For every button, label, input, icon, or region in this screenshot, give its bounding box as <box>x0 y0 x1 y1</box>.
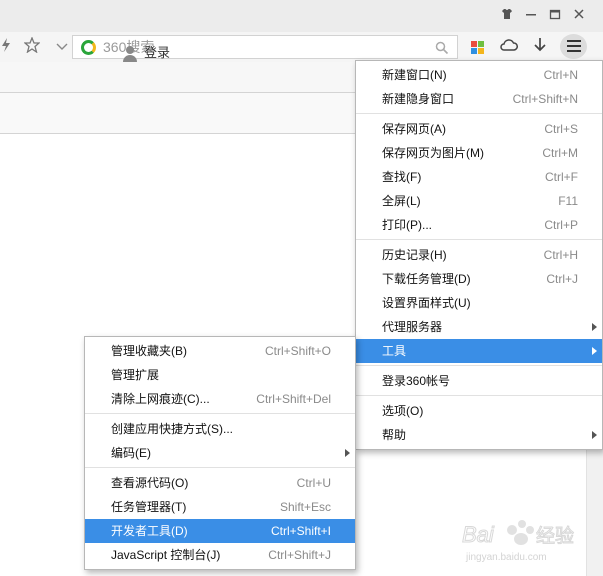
main-menu-item-label: 选项(O) <box>382 404 424 418</box>
main-menu-item-label: 下载任务管理(D) <box>382 272 471 286</box>
apps-grid-icon[interactable] <box>467 37 489 59</box>
main-menu: 新建窗口(N) Ctrl+N 新建隐身窗口 Ctrl+Shift+N 保存网页(A) Ct… <box>355 60 603 450</box>
login-label: 登录 <box>144 45 171 60</box>
tools-menu-item-shortcut: Ctrl+Shift+Del <box>256 392 331 406</box>
main-menu-item-shortcut: F11 <box>558 194 578 208</box>
main-menu-item-label: 登录360帐号 <box>382 374 451 388</box>
tools-menu-item-label: 开发者工具(D) <box>111 524 188 538</box>
main-menu-item-label: 代理服务器 <box>382 320 443 334</box>
tools-menu-item-label: 任务管理器(T) <box>111 500 187 514</box>
main-menu-item-shortcut: Ctrl+F <box>545 170 578 184</box>
baidu-jingyan-watermark: Bai 经验 jingyan.baidu.com <box>462 520 575 563</box>
main-menu-item-label: 打印(P)... <box>382 218 432 232</box>
main-menu-item-label: 保存网页(A) <box>382 122 446 136</box>
main-menu-item-代理服务器[interactable]: 代理服务器 <box>356 315 602 339</box>
main-menu-item-新建隐身窗口[interactable]: 新建隐身窗口 Ctrl+Shift+N <box>356 87 602 111</box>
main-menu-item-帮助[interactable]: 帮助 <box>356 423 602 447</box>
hamburger-menu-icon <box>566 40 581 53</box>
main-menu-item-shortcut: Ctrl+M <box>542 146 578 160</box>
tools-menu-separator <box>85 467 355 468</box>
main-menu-item-工具[interactable]: 工具 <box>356 339 602 363</box>
tools-menu-item-javascript-控制台[interactable]: JavaScript 控制台(J) Ctrl+Shift+J <box>85 543 355 567</box>
address-toolbar <box>0 32 603 62</box>
download-icon[interactable] <box>529 37 551 59</box>
tools-menu-item-shortcut: Ctrl+Shift+J <box>268 548 331 562</box>
360-search-logo-icon <box>81 40 96 55</box>
main-menu-item-保存网页[interactable]: 保存网页(A) Ctrl+S <box>356 117 602 141</box>
svg-text:经验: 经验 <box>536 525 574 547</box>
main-menu-separator <box>356 395 602 396</box>
close-icon[interactable] <box>568 6 590 26</box>
search-icon[interactable] <box>435 41 449 55</box>
cloud-sync-icon[interactable] <box>498 37 520 59</box>
tools-menu-item-label: 管理收藏夹(B) <box>111 344 187 358</box>
tools-menu-item-label: 管理扩展 <box>111 368 160 382</box>
submenu-arrow-icon <box>592 323 597 331</box>
speedup-icon[interactable] <box>0 37 16 57</box>
svg-text:Bai: Bai <box>462 522 495 547</box>
tools-menu-item-开发者工具[interactable]: 开发者工具(D) Ctrl+Shift+I <box>85 519 355 543</box>
main-menu-item-登录360帐号[interactable]: 登录360帐号 <box>356 369 602 393</box>
tools-menu-item-清除上网痕迹[interactable]: 清除上网痕迹(C)... Ctrl+Shift+Del <box>85 387 355 411</box>
main-menu-item-打印[interactable]: 打印(P)... Ctrl+P <box>356 213 602 237</box>
tools-menu-separator <box>85 413 355 414</box>
chevron-down-icon[interactable] <box>52 37 72 57</box>
tools-menu-item-编码[interactable]: 编码(E) <box>85 441 355 465</box>
minimize-icon[interactable] <box>520 6 542 26</box>
main-menu-item-选项[interactable]: 选项(O) <box>356 399 602 423</box>
tools-menu-item-label: 编码(E) <box>111 446 151 460</box>
main-menu-button[interactable] <box>560 34 587 59</box>
main-menu-item-设置界面样式[interactable]: 设置界面样式(U) <box>356 291 602 315</box>
main-menu-item-label: 查找(F) <box>382 170 422 184</box>
tools-menu-item-shortcut: Shift+Esc <box>279 500 331 514</box>
main-menu-separator <box>356 365 602 366</box>
bookmark-star-icon[interactable] <box>22 36 42 57</box>
svg-text:jingyan.baidu.com: jingyan.baidu.com <box>465 552 547 563</box>
main-menu-item-shortcut: Ctrl+J <box>546 272 578 286</box>
main-menu-separator <box>356 239 602 240</box>
tools-menu-item-管理收藏夹[interactable]: 管理收藏夹(B) Ctrl+Shift+O <box>85 339 355 363</box>
main-menu-item-历史记录[interactable]: 历史记录(H) Ctrl+H <box>356 243 602 267</box>
tools-menu-item-创建应用快捷方式[interactable]: 创建应用快捷方式(S)... <box>85 417 355 441</box>
title-bar <box>0 0 603 32</box>
tools-menu-item-管理扩展[interactable]: 管理扩展 <box>85 363 355 387</box>
tools-menu-item-label: JavaScript 控制台(J) <box>111 548 221 562</box>
tools-menu-item-label: 创建应用快捷方式(S)... <box>111 422 233 436</box>
submenu-arrow-icon <box>592 431 597 439</box>
tools-menu-item-shortcut: Ctrl+Shift+O <box>264 344 331 358</box>
main-menu-item-label: 工具 <box>382 344 407 358</box>
tools-menu-item-shortcut: Ctrl+U <box>296 476 331 490</box>
main-menu-item-下载任务管理[interactable]: 下载任务管理(D) Ctrl+J <box>356 267 602 291</box>
login-button[interactable]: 登录 <box>122 44 170 64</box>
tools-menu-item-查看源代码[interactable]: 查看源代码(O) Ctrl+U <box>85 471 355 495</box>
tools-menu-item-label: 清除上网痕迹(C)... <box>111 392 210 406</box>
main-menu-item-shortcut: Ctrl+P <box>544 218 578 232</box>
main-menu-item-查找[interactable]: 查找(F) Ctrl+F <box>356 165 602 189</box>
main-menu-item-label: 保存网页为图片(M) <box>382 146 484 160</box>
main-menu-item-label: 新建窗口(N) <box>382 68 447 82</box>
main-menu-item-label: 帮助 <box>382 428 407 442</box>
maximize-icon[interactable] <box>544 6 566 26</box>
main-menu-item-全屏[interactable]: 全屏(L) F11 <box>356 189 602 213</box>
main-menu-item-保存网页为图片[interactable]: 保存网页为图片(M) Ctrl+M <box>356 141 602 165</box>
main-menu-item-label: 新建隐身窗口 <box>382 92 455 106</box>
submenu-arrow-icon <box>592 347 597 355</box>
tools-menu-item-label: 查看源代码(O) <box>111 476 189 490</box>
main-menu-item-shortcut: Ctrl+S <box>544 122 578 136</box>
skin-icon[interactable] <box>496 6 518 26</box>
user-icon <box>122 45 138 62</box>
tools-submenu: 管理收藏夹(B) Ctrl+Shift+O 管理扩展清除上网痕迹(C)... Ctrl… <box>84 336 356 570</box>
main-menu-item-shortcut: Ctrl+H <box>543 248 578 262</box>
main-menu-item-新建窗口[interactable]: 新建窗口(N) Ctrl+N <box>356 63 602 87</box>
main-menu-separator <box>356 113 602 114</box>
main-menu-item-label: 历史记录(H) <box>382 248 447 262</box>
main-menu-item-label: 设置界面样式(U) <box>382 296 471 310</box>
submenu-arrow-icon <box>345 449 350 457</box>
main-menu-item-shortcut: Ctrl+N <box>543 68 578 82</box>
main-menu-item-shortcut: Ctrl+Shift+N <box>512 92 578 106</box>
tools-menu-item-任务管理器[interactable]: 任务管理器(T) Shift+Esc <box>85 495 355 519</box>
tools-menu-item-shortcut: Ctrl+Shift+I <box>270 524 331 538</box>
main-menu-item-label: 全屏(L) <box>382 194 421 208</box>
